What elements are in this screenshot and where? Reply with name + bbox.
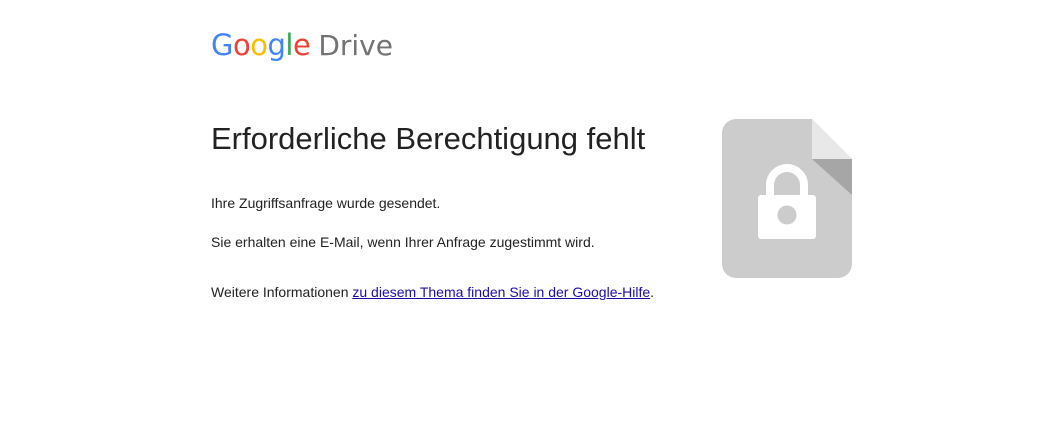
request-sent-message: Ihre Zugriffsanfrage wurde gesendet. <box>211 195 441 211</box>
more-info-prefix: Weitere Informationen <box>211 284 353 300</box>
logo-letter-g2: g <box>267 28 286 62</box>
product-name: Drive <box>318 29 393 62</box>
file-fold-corner <box>812 119 852 159</box>
logo-letter-o1: o <box>232 28 251 62</box>
logo-letter-o2: o <box>250 28 268 62</box>
logo-letter-g: G <box>211 28 233 62</box>
google-drive-logo[interactable]: Google Drive <box>211 25 393 65</box>
logo-letter-e: e <box>292 28 311 62</box>
locked-file-icon <box>722 119 852 278</box>
more-info-message: Weitere Informationen zu diesem Thema fi… <box>211 283 654 301</box>
more-info-suffix: . <box>650 284 655 300</box>
google-help-link[interactable]: zu diesem Thema finden Sie in der Google… <box>352 284 650 300</box>
lock-keyhole <box>777 205 797 225</box>
logo-letter-l: l <box>285 28 293 62</box>
email-notice-message: Sie erhalten eine E-Mail, wenn Ihrer Anf… <box>211 234 595 250</box>
access-denied-page: Google Drive Erforderliche Berechtigung … <box>0 0 1037 427</box>
page-title: Erforderliche Berechtigung fehlt <box>211 121 646 156</box>
google-wordmark: Google <box>211 25 311 65</box>
